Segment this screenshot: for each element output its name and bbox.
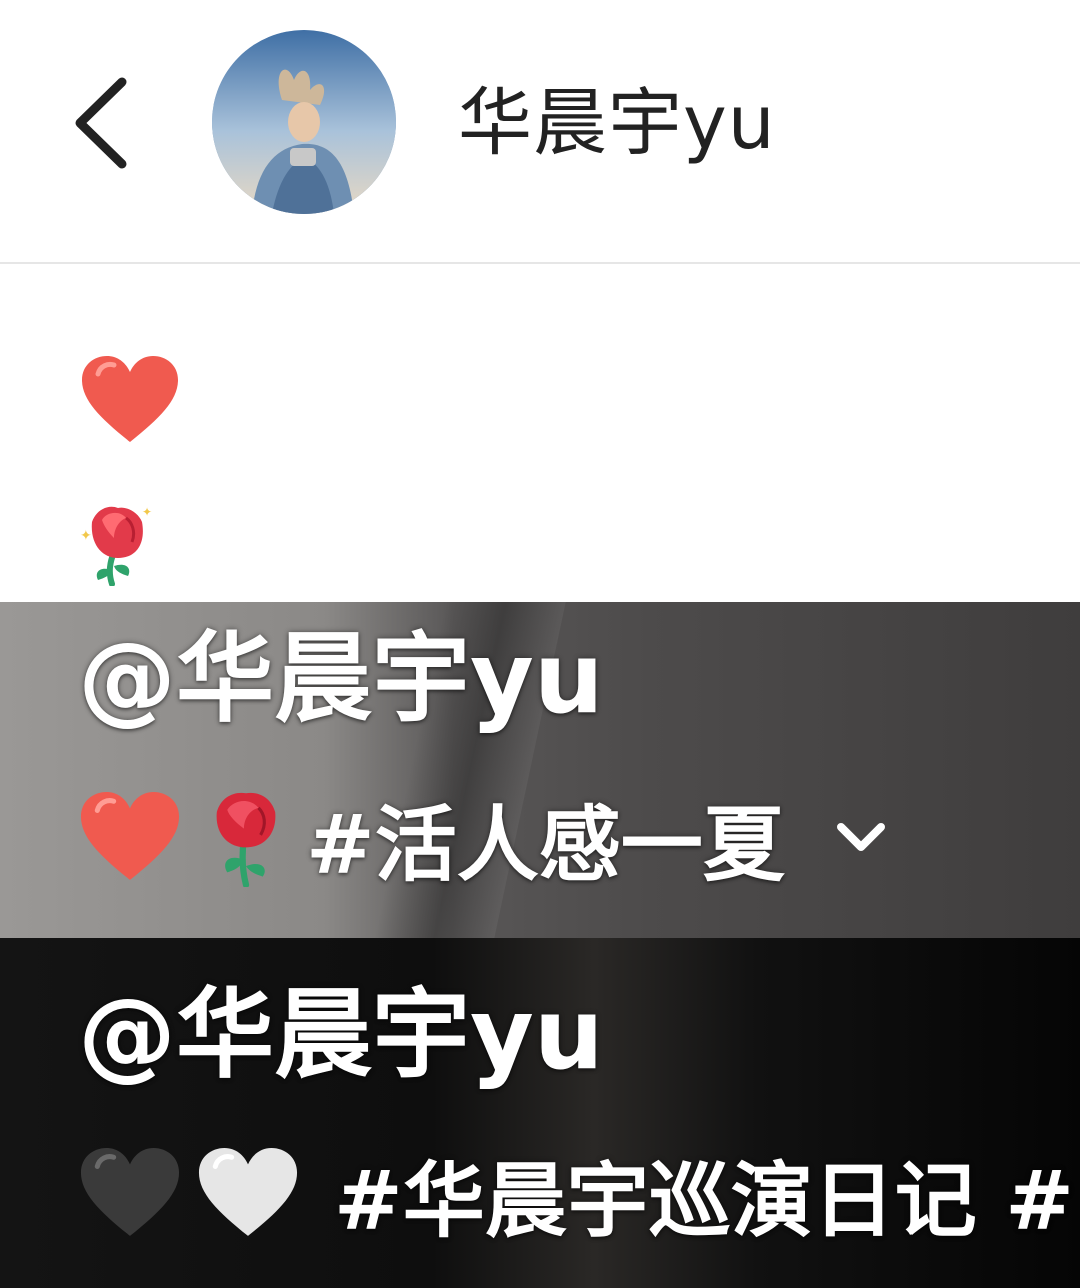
video-author-handle[interactable]: @华晨宇yu: [78, 980, 604, 1090]
top-bar: 华晨宇yu: [0, 0, 1080, 264]
svg-text:✦: ✦: [80, 528, 92, 544]
hashtag-link[interactable]: #活人感一夏: [306, 778, 785, 897]
red-heart-icon: [80, 792, 180, 880]
white-heart-icon: [198, 1148, 298, 1236]
avatar[interactable]: [212, 30, 396, 214]
red-heart-icon: [82, 356, 178, 442]
video-author-handle[interactable]: @华晨宇yu: [78, 624, 604, 734]
rose-icon: ✦ ✦: [80, 505, 152, 586]
hashtag-link[interactable]: #华晨宇巡演日记 #: [334, 1134, 1074, 1253]
rose-icon: [216, 792, 276, 887]
video-caption: #华晨宇巡演日记 #: [78, 1138, 1074, 1249]
video-card[interactable]: @华晨宇yu #华晨宇巡演日记 #: [0, 938, 1080, 1288]
svg-text:✦: ✦: [142, 505, 152, 519]
avatar-image: [212, 30, 396, 214]
post-content: ✦ ✦: [0, 264, 1080, 602]
chevron-left-icon: [75, 77, 127, 169]
video-card[interactable]: @华晨宇yu #活人感一夏: [0, 602, 1080, 938]
chevron-down-icon[interactable]: [831, 807, 891, 867]
username[interactable]: 华晨宇yu: [458, 78, 776, 168]
back-button[interactable]: [64, 68, 144, 178]
black-heart-icon: [80, 1148, 180, 1236]
screen: 华晨宇yu ✦ ✦ @华晨宇yu #活人感一夏 @华晨宇yu #华晨宇巡演日记 …: [0, 0, 1080, 1288]
video-caption: #活人感一夏: [78, 782, 891, 893]
